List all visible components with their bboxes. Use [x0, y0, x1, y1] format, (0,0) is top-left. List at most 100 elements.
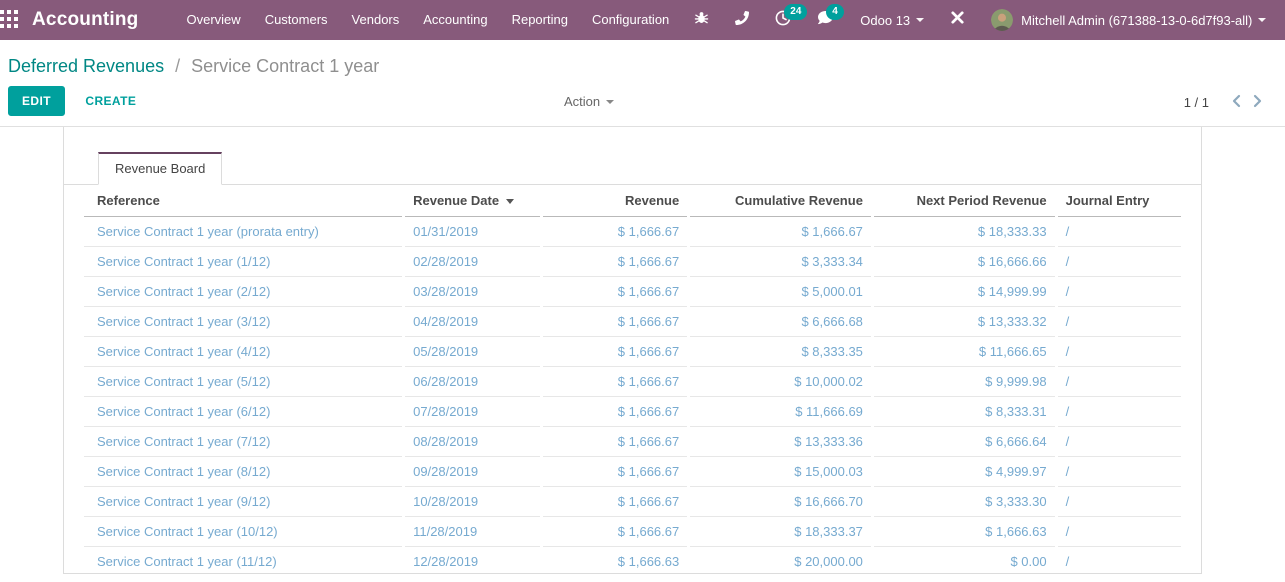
cell-next-period-revenue: $ 0.00: [1010, 554, 1047, 569]
chevron-down-icon: [606, 99, 615, 104]
phone-icon: [735, 10, 750, 30]
nav-item-accounting[interactable]: Accounting: [411, 0, 499, 40]
cell-cumulative-revenue: $ 10,000.02: [690, 367, 871, 397]
cell-cumulative-revenue: $ 16,666.70: [690, 487, 871, 517]
form-view: Revenue Board Reference Revenue Date Rev…: [0, 127, 1285, 574]
cell-revenue: $ 1,666.67: [543, 307, 688, 337]
action-dropdown-label: Action: [564, 94, 601, 109]
pager-next-button[interactable]: [1247, 92, 1269, 113]
cell-cumulative-revenue: $ 18,333.37: [690, 517, 871, 547]
cell-next-period-revenue: $ 4,999.97: [873, 457, 1055, 487]
cell-next-period-revenue: $ 9,999.98: [873, 367, 1055, 397]
cell-reference: Service Contract 1 year (1/12): [84, 247, 403, 277]
nav-item-reporting[interactable]: Reporting: [500, 0, 580, 40]
messages-count-badge: 4: [826, 4, 844, 20]
table-row[interactable]: Service Contract 1 year (8/12) 09/28/2019…: [84, 457, 1181, 487]
table-header-row: Reference Revenue Date Revenue Cumulativ…: [84, 185, 1181, 217]
breadcrumb: Deferred Revenues / Service Contract 1 y…: [0, 40, 1285, 77]
table-row[interactable]: Service Contract 1 year (5/12) 06/28/2019…: [84, 367, 1181, 397]
cell-revenue-date: 07/28/2019: [405, 397, 541, 427]
cell-reference: Service Contract 1 year (5/12): [84, 367, 403, 397]
user-menu[interactable]: Mitchell Admin (671388-13-0-6d7f93-all): [978, 0, 1279, 40]
cell-revenue-date: 06/28/2019: [405, 367, 541, 397]
cell-reference: Service Contract 1 year (2/12): [84, 277, 403, 307]
breadcrumb-parent-link[interactable]: Deferred Revenues: [8, 56, 164, 76]
cell-cumulative-revenue: $ 11,666.69: [690, 397, 871, 427]
cell-reference: Service Contract 1 year (prorata entry): [84, 217, 403, 247]
notebook-tabs: Revenue Board: [64, 152, 1201, 185]
cell-journal-entry: /: [1057, 487, 1181, 517]
nav-item-configuration[interactable]: Configuration: [580, 0, 681, 40]
cell-revenue: $ 1,666.67: [543, 337, 688, 367]
cell-cumulative-revenue: $ 20,000.00: [794, 554, 863, 569]
cell-reference: Service Contract 1 year (9/12): [84, 487, 403, 517]
cell-cumulative-revenue: $ 15,000.03: [690, 457, 871, 487]
column-header-cumulative-revenue[interactable]: Cumulative Revenue: [690, 185, 871, 217]
cell-cumulative-revenue: $ 3,333.34: [690, 247, 871, 277]
create-button[interactable]: CREATE: [75, 87, 146, 115]
cell-revenue: $ 1,666.67: [543, 247, 688, 277]
activities-menu-button[interactable]: 24: [762, 0, 808, 40]
breadcrumb-separator: /: [175, 56, 181, 76]
nav-item-overview[interactable]: Overview: [175, 0, 253, 40]
cell-next-period-revenue: $ 8,333.31: [873, 397, 1055, 427]
table-row[interactable]: Service Contract 1 year (3/12) 04/28/2019…: [84, 307, 1181, 337]
table-row[interactable]: Service Contract 1 year (10/12) 11/28/201…: [84, 517, 1181, 547]
user-name: Mitchell Admin (671388-13-0-6d7f93-all): [1021, 12, 1253, 28]
top-navbar: Accounting Overview Customers Vendors Accou…: [0, 0, 1285, 40]
column-header-revenue-date[interactable]: Revenue Date: [405, 185, 541, 217]
table-row[interactable]: Service Contract 1 year (4/12) 05/28/2019…: [84, 337, 1181, 367]
cell-revenue-date: 09/28/2019: [405, 457, 541, 487]
table-row[interactable]: Service Contract 1 year (7/12) 08/28/2019…: [84, 427, 1181, 457]
tab-revenue-board[interactable]: Revenue Board: [98, 152, 223, 185]
column-header-revenue-date-label: Revenue Date: [413, 193, 500, 208]
chevron-left-icon: [1231, 94, 1241, 111]
cell-revenue: $ 1,666.67: [543, 427, 688, 457]
voip-button[interactable]: [722, 0, 762, 40]
cell-reference: Service Contract 1 year (11/12): [97, 554, 277, 569]
cell-journal-entry: /: [1057, 247, 1181, 277]
cell-revenue: $ 1,666.67: [543, 487, 688, 517]
cell-revenue-date: 05/28/2019: [405, 337, 541, 367]
cell-reference: Service Contract 1 year (10/12): [84, 517, 403, 547]
table-row[interactable]: Service Contract 1 year (2/12) 03/28/2019…: [84, 277, 1181, 307]
column-header-next-period-revenue[interactable]: Next Period Revenue: [873, 185, 1055, 217]
nav-item-vendors[interactable]: Vendors: [340, 0, 412, 40]
column-header-revenue[interactable]: Revenue: [543, 185, 688, 217]
nav-item-customers[interactable]: Customers: [253, 0, 340, 40]
chevron-right-icon: [1253, 94, 1263, 111]
table-row[interactable]: Service Contract 1 year (9/12) 10/28/2019…: [84, 487, 1181, 517]
pager-previous-button[interactable]: [1225, 92, 1247, 113]
table-row[interactable]: Service Contract 1 year (1/12) 02/28/2019…: [84, 247, 1181, 277]
apps-menu-button[interactable]: [0, 0, 18, 40]
cell-journal-entry: /: [1057, 307, 1181, 337]
pager: 1 / 1: [1184, 92, 1269, 113]
messages-menu-button[interactable]: 4: [804, 0, 847, 40]
action-dropdown[interactable]: Action: [558, 93, 620, 110]
cell-reference: Service Contract 1 year (3/12): [84, 307, 403, 337]
cell-revenue-date: 04/28/2019: [405, 307, 541, 337]
cell-journal-entry: /: [1057, 457, 1181, 487]
cell-next-period-revenue: $ 13,333.32: [873, 307, 1055, 337]
app-name[interactable]: Accounting: [32, 9, 139, 31]
edit-button[interactable]: EDIT: [8, 86, 65, 116]
table-row[interactable]: Service Contract 1 year (6/12) 07/28/2019…: [84, 397, 1181, 427]
table-row[interactable]: Service Contract 1 year (11/12) 12/28/201…: [84, 547, 1181, 576]
debug-menu-button[interactable]: [681, 0, 722, 40]
table-row[interactable]: Service Contract 1 year (prorata entry) 0…: [84, 217, 1181, 247]
cell-journal-entry: /: [1057, 427, 1181, 457]
cell-revenue: $ 1,666.67: [543, 217, 688, 247]
cell-cumulative-revenue: $ 6,666.68: [690, 307, 871, 337]
cell-next-period-revenue: $ 18,333.33: [873, 217, 1055, 247]
cell-revenue: $ 1,666.67: [543, 277, 688, 307]
column-header-journal-entry[interactable]: Journal Entry: [1057, 185, 1181, 217]
cell-revenue: $ 1,666.67: [543, 397, 688, 427]
cell-revenue-date: 08/28/2019: [405, 427, 541, 457]
apps-grid-icon: [0, 9, 18, 31]
cell-next-period-revenue: $ 1,666.63: [873, 517, 1055, 547]
cell-cumulative-revenue: $ 8,333.35: [690, 337, 871, 367]
support-tools-button[interactable]: [937, 0, 978, 40]
version-menu[interactable]: Odoo 13: [847, 0, 937, 40]
cell-next-period-revenue: $ 16,666.66: [873, 247, 1055, 277]
column-header-reference[interactable]: Reference: [84, 185, 403, 217]
